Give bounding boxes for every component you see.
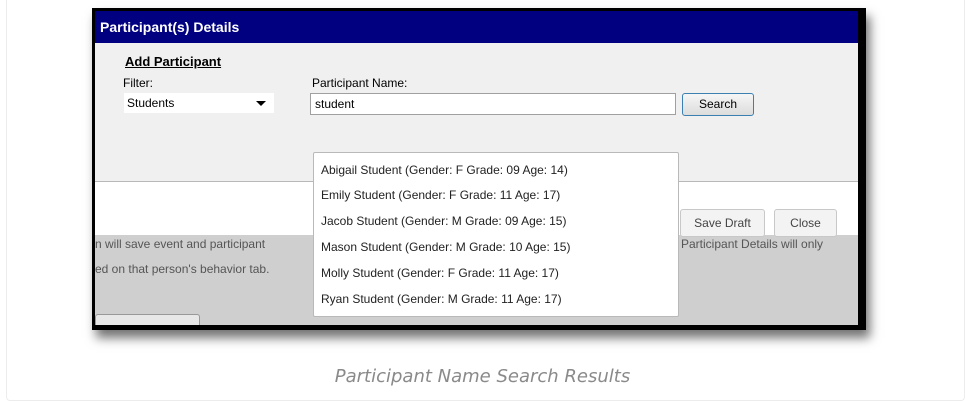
- help-text-line-2: ed on that person's behavior tab.: [95, 262, 270, 276]
- help-text-line-1: n will save event and participant: [95, 237, 266, 251]
- help-text-line-1-right: Participant Details will only: [681, 237, 824, 251]
- image-caption: Participant Name Search Results: [334, 366, 631, 387]
- dialog-title: Participant(s) Details: [95, 11, 858, 43]
- chevron-down-icon: [256, 101, 266, 106]
- filter-label: Filter:: [123, 76, 153, 90]
- save-draft-button[interactable]: Save Draft: [680, 209, 765, 237]
- participant-name-input[interactable]: student: [310, 93, 676, 115]
- search-results-dropdown: Abigail Student (Gender: F Grade: 09 Age…: [313, 152, 679, 317]
- result-item[interactable]: Mason Student (Gender: M Grade: 10 Age: …: [321, 240, 570, 254]
- result-item[interactable]: Emily Student (Gender: F Grade: 11 Age: …: [321, 188, 560, 202]
- result-item[interactable]: Molly Student (Gender: F Grade: 11 Age: …: [321, 266, 559, 280]
- filter-select[interactable]: Students: [124, 93, 274, 113]
- close-button[interactable]: Close: [774, 209, 837, 237]
- result-item[interactable]: Jacob Student (Gender: M Grade: 09 Age: …: [321, 214, 566, 228]
- participant-name-label: Participant Name:: [312, 76, 408, 90]
- search-button[interactable]: Search: [682, 93, 754, 116]
- result-item[interactable]: Abigail Student (Gender: F Grade: 09 Age…: [321, 163, 568, 177]
- result-item[interactable]: Ryan Student (Gender: M Grade: 11 Age: 1…: [321, 292, 562, 306]
- filter-select-value: Students: [127, 96, 175, 110]
- add-participant-heading: Add Participant: [125, 54, 222, 69]
- bottom-control[interactable]: [95, 314, 200, 325]
